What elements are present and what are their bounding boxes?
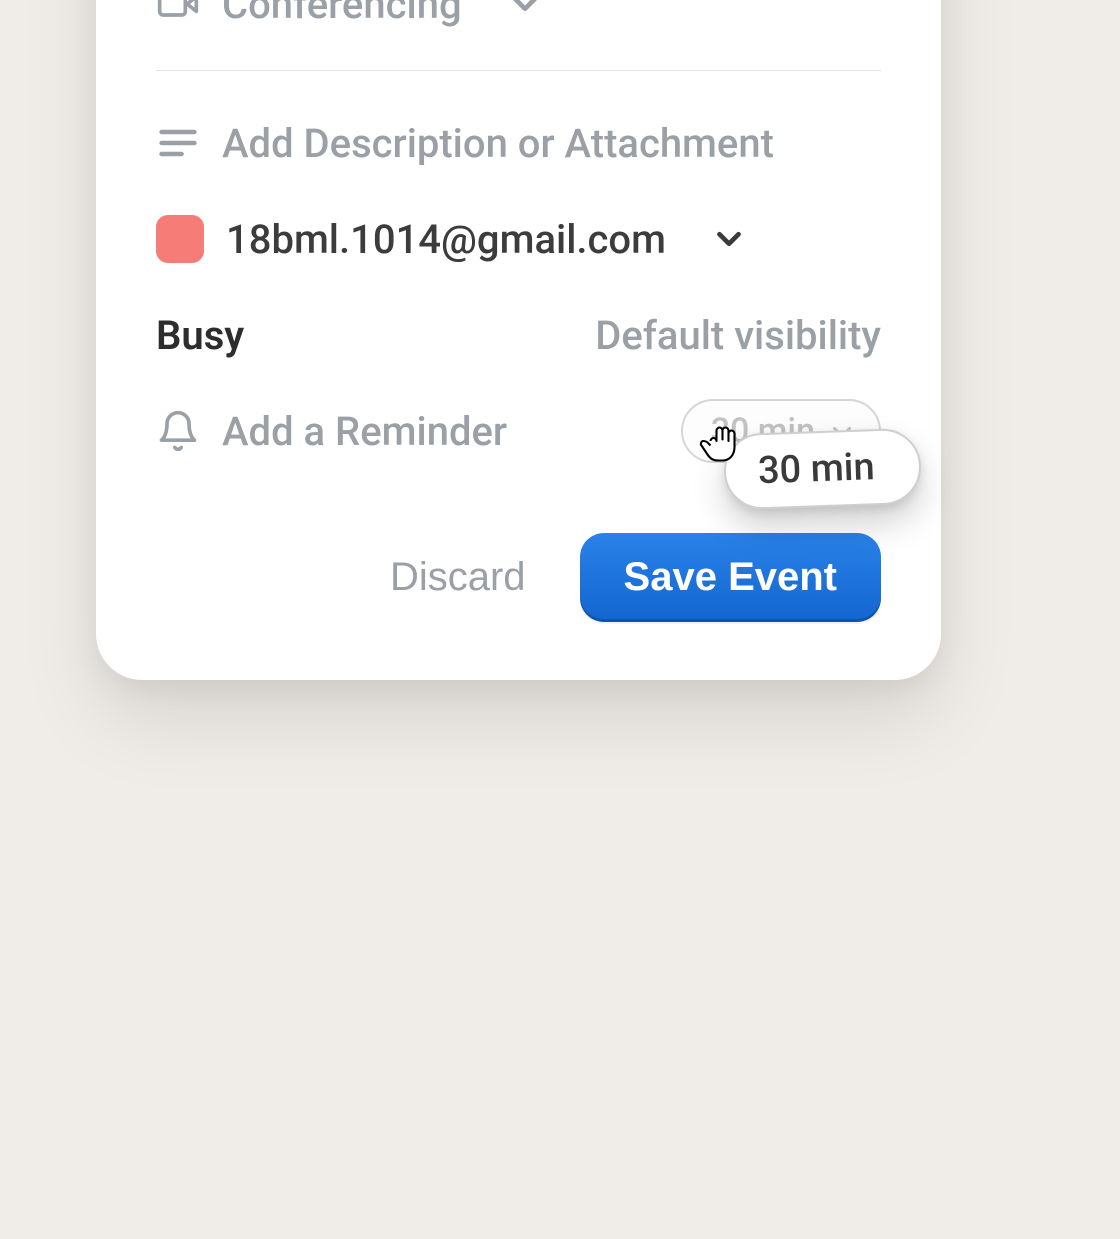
description-field[interactable]: Add Description or Attachment bbox=[156, 95, 881, 191]
add-reminder-field[interactable]: Add a Reminder bbox=[156, 408, 507, 455]
calendar-selector[interactable]: 18bml.1014@gmail.com bbox=[156, 191, 881, 287]
reminder-chip-dragging-label: 30 min bbox=[758, 445, 876, 493]
video-icon bbox=[156, 0, 200, 26]
event-editor-card: Add Members Location Conferencing bbox=[96, 0, 941, 680]
reminder-chip-dragging[interactable]: 30 min bbox=[723, 428, 922, 511]
availability-selector[interactable]: Busy bbox=[156, 312, 244, 359]
reminder-row: Add a Reminder 30 min 30 min bbox=[156, 383, 881, 479]
conferencing-label: Conferencing bbox=[222, 0, 462, 28]
chevron-down-icon bbox=[710, 220, 748, 258]
visibility-selector[interactable]: Default visibility bbox=[595, 312, 881, 359]
calendar-email: 18bml.1014@gmail.com bbox=[226, 216, 666, 263]
close-icon[interactable] bbox=[890, 445, 892, 489]
conferencing-field[interactable]: Conferencing bbox=[156, 0, 881, 52]
grab-cursor-icon bbox=[697, 417, 745, 465]
bell-icon bbox=[156, 409, 200, 453]
action-buttons: Discard Save Event bbox=[156, 533, 881, 622]
save-event-button[interactable]: Save Event bbox=[580, 533, 881, 622]
description-label: Add Description or Attachment bbox=[222, 120, 774, 167]
text-lines-icon bbox=[156, 121, 200, 165]
divider bbox=[156, 70, 881, 71]
discard-button[interactable]: Discard bbox=[390, 555, 526, 600]
status-row: Busy Default visibility bbox=[156, 287, 881, 383]
reminder-label: Add a Reminder bbox=[222, 408, 507, 455]
chevron-down-icon bbox=[506, 0, 544, 23]
calendar-color-chip bbox=[156, 215, 204, 263]
